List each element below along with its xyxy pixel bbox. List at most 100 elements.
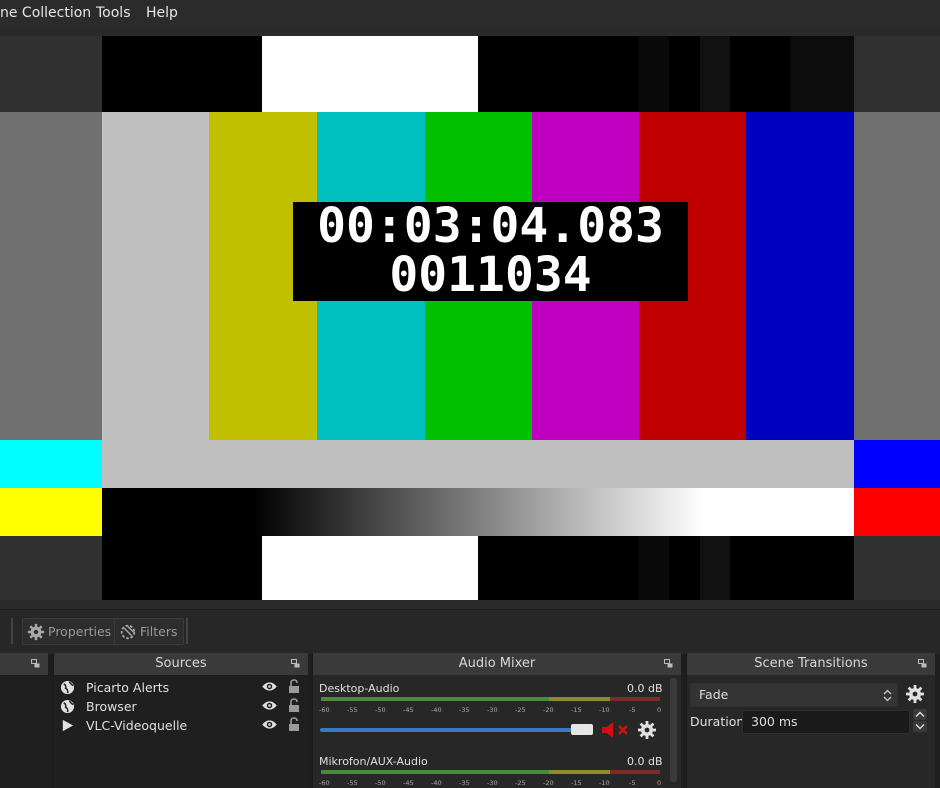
- scene-transitions-dock-header: Scene Transitions: [687, 653, 935, 675]
- source-item-browser[interactable]: Browser: [54, 697, 308, 716]
- pattern-block: [854, 27, 940, 112]
- meter-tick: -10: [599, 706, 610, 714]
- gear-icon[interactable]: [637, 720, 657, 740]
- menu-tools[interactable]: Tools: [96, 5, 131, 21]
- pattern-block: [0, 600, 940, 609]
- transition-settings-gear-icon[interactable]: [905, 684, 925, 704]
- channel-db: 0.0 dB: [627, 755, 663, 768]
- meter-tick: 0: [657, 779, 662, 787]
- visibility-eye-icon[interactable]: [261, 700, 278, 711]
- meter-tick: -15: [571, 706, 582, 714]
- pattern-block: [700, 536, 730, 600]
- audio-mixer-dock-header: Audio Mixer: [313, 653, 681, 675]
- pattern-block: [700, 36, 730, 112]
- meter-tick: -30: [487, 706, 498, 714]
- undock-icon[interactable]: [31, 659, 40, 668]
- visibility-eye-icon[interactable]: [261, 681, 278, 692]
- meter-tick: -55: [347, 706, 358, 714]
- volume-meter-yellow: [549, 770, 610, 774]
- transition-select[interactable]: Fade: [690, 683, 898, 707]
- volume-meter-yellow: [549, 697, 610, 701]
- meter-tick: -5: [629, 706, 636, 714]
- meter-tick: -50: [375, 706, 386, 714]
- meter-tick: -50: [375, 779, 386, 787]
- preview-canvas[interactable]: 00:03:04.083 0011034: [0, 27, 940, 609]
- menu-help[interactable]: Help: [146, 5, 178, 21]
- pattern-block: [854, 488, 940, 536]
- undock-icon[interactable]: [664, 659, 673, 668]
- source-label: VLC-Videoquelle: [86, 718, 188, 733]
- pattern-block: [0, 27, 102, 112]
- pattern-block: [639, 36, 669, 112]
- mixer-scrollbar[interactable]: [670, 678, 677, 782]
- sources-dock: Sources Picarto Alerts Browser VLC-Video…: [53, 653, 308, 788]
- meter-tick: -40: [431, 779, 442, 787]
- source-label: Picarto Alerts: [86, 680, 170, 695]
- pattern-block: [0, 440, 102, 488]
- meter-tick: -35: [459, 779, 470, 787]
- meter-tick: -15: [571, 779, 582, 787]
- filters-button[interactable]: Filters: [114, 618, 185, 645]
- scenes-dock-header: [0, 653, 48, 675]
- source-label: Browser: [86, 699, 137, 714]
- muted-speaker-icon[interactable]: [601, 721, 631, 739]
- duration-value: 300 ms: [751, 714, 798, 729]
- pattern-block: [262, 536, 478, 600]
- undock-icon[interactable]: [291, 659, 300, 668]
- volume-meter-red: [610, 697, 660, 701]
- meter-tick: -20: [543, 779, 554, 787]
- scenes-list[interactable]: [0, 675, 48, 788]
- pattern-block: [0, 488, 102, 536]
- transition-select-value: Fade: [699, 687, 729, 702]
- unlocked-icon[interactable]: [288, 679, 300, 694]
- pattern-block: [102, 536, 854, 600]
- pattern-block: [746, 112, 854, 440]
- channel-db: 0.0 dB: [627, 682, 663, 695]
- meter-tick: -30: [487, 779, 498, 787]
- source-item-picarto-alerts[interactable]: Picarto Alerts: [54, 678, 308, 697]
- source-item-vlc-videoquelle[interactable]: VLC-Videoquelle: [54, 716, 308, 735]
- menu-scene-collection[interactable]: ne Collection: [0, 5, 91, 21]
- chevron-up-icon[interactable]: [913, 709, 927, 720]
- filter-icon: [120, 624, 136, 639]
- audio-mixer-dock: Audio Mixer Desktop-Audio 0.0 dB -60 -55…: [312, 653, 681, 788]
- undock-icon[interactable]: [918, 659, 927, 668]
- chevron-down-icon[interactable]: [913, 721, 927, 732]
- pattern-block: [639, 536, 669, 600]
- toolbar-separator: [11, 618, 13, 644]
- channel-name: Desktop-Audio: [319, 682, 400, 695]
- pattern-block: [102, 36, 854, 112]
- sources-dock-header: Sources: [54, 653, 308, 675]
- unlocked-icon[interactable]: [288, 717, 300, 732]
- source-toolbar: Properties Filters: [0, 609, 940, 654]
- pattern-block: [854, 440, 940, 488]
- filters-label: Filters: [140, 624, 178, 639]
- scenes-dock: [0, 653, 48, 788]
- pattern-block: [0, 536, 102, 609]
- volume-slider-handle[interactable]: [571, 724, 593, 735]
- duration-input[interactable]: 300 ms: [742, 710, 910, 734]
- meter-tick: -10: [599, 779, 610, 787]
- sources-list: Picarto Alerts Browser VLC-Videoquelle: [54, 675, 308, 788]
- pattern-block: [0, 112, 102, 440]
- volume-meter-green: [321, 770, 549, 774]
- meter-tick: 0: [657, 706, 662, 714]
- play-icon: [62, 719, 74, 732]
- meter-tick: -45: [403, 779, 414, 787]
- frame-counter-text: 0011034: [389, 247, 592, 303]
- meter-tick: -20: [543, 706, 554, 714]
- volume-meter-red: [610, 770, 660, 774]
- globe-icon: [60, 699, 75, 714]
- pattern-block: [854, 536, 940, 609]
- duration-stepper[interactable]: [911, 708, 929, 734]
- meter-tick: -55: [347, 779, 358, 787]
- volume-slider-track[interactable]: [320, 728, 582, 732]
- timecode-text: 00:03:04.083: [317, 198, 664, 254]
- unlocked-icon[interactable]: [288, 698, 300, 713]
- audio-mixer-body: Desktop-Audio 0.0 dB -60 -55 -50 -45 -40…: [313, 675, 681, 788]
- meter-tick: -40: [431, 706, 442, 714]
- visibility-eye-icon[interactable]: [261, 719, 278, 730]
- gear-icon: [27, 623, 45, 640]
- properties-button[interactable]: Properties: [22, 618, 119, 645]
- channel-name: Mikrofon/AUX-Audio: [319, 755, 428, 768]
